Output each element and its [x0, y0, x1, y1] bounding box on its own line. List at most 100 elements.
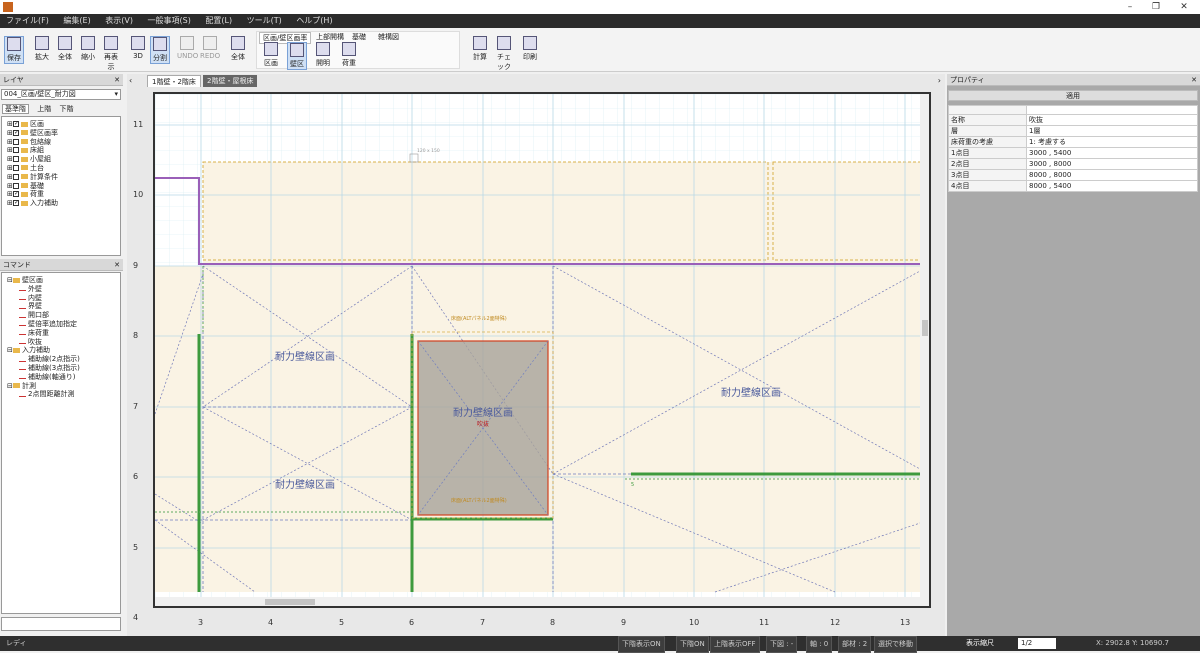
menu-help[interactable]: ヘルプ(H)	[290, 14, 338, 28]
view-3d-button[interactable]: 3D	[128, 36, 148, 64]
load-button[interactable]: 荷重	[339, 42, 359, 70]
apply-button[interactable]: 適用	[948, 90, 1198, 101]
property-value[interactable]: 3000 , 5400	[1026, 146, 1198, 159]
layer-dropdown[interactable]: 004_区画/壁区_耐力図 ▾	[1, 89, 121, 100]
command-item[interactable]: 床荷重	[7, 329, 120, 338]
drawing-canvas[interactable]: 耐力壁線区画 耐力壁線区画 耐力壁線区画 耐力壁線区画 吹抜 床面(ALTパネル…	[153, 92, 931, 608]
redo-button[interactable]: REDO	[200, 36, 220, 64]
property-value[interactable]: 1: 考慮する	[1026, 135, 1198, 148]
command-item[interactable]: 壁倍率追加指定	[7, 320, 120, 329]
layer-item[interactable]: ⊞ 小屋組	[7, 155, 120, 164]
layer-checkbox[interactable]	[13, 191, 19, 198]
print-button[interactable]: 印刷	[520, 36, 540, 64]
maximize-button[interactable]: ❐	[1146, 1, 1166, 13]
layer-checkbox[interactable]	[13, 129, 19, 136]
command-item[interactable]: 2点間距離計測	[7, 390, 120, 399]
property-row[interactable]: 3点目 8000 , 8000	[948, 168, 1198, 181]
status-lower-on[interactable]: 下階ON	[676, 636, 709, 653]
tab-lower-floor[interactable]: 下階	[59, 105, 73, 113]
property-row[interactable]: 名称 吹抜	[948, 113, 1198, 126]
close-icon[interactable]: ✕	[114, 74, 120, 86]
command-group[interactable]: ⊟ 入力補助	[7, 346, 120, 355]
calculate-button[interactable]: 計算	[470, 36, 490, 64]
section-button[interactable]: 区画	[261, 42, 281, 70]
layer-item[interactable]: ⊞ 計算条件	[7, 173, 120, 182]
group-tab-upper[interactable]: 上部開構	[313, 32, 347, 42]
status-lower-display[interactable]: 下階表示ON	[618, 636, 665, 653]
command-item[interactable]: 補助線(軸通り)	[7, 373, 120, 382]
menu-general[interactable]: 一般事項(S)	[142, 14, 197, 28]
vertical-scrollbar[interactable]	[920, 94, 929, 597]
layer-checkbox[interactable]	[13, 156, 19, 163]
group-tab-foundation[interactable]: 基礎	[349, 32, 369, 42]
command-item[interactable]: 外壁	[7, 285, 120, 294]
status-move[interactable]: 選択で移動	[874, 636, 917, 653]
tab-base-floor[interactable]: 基準階	[2, 104, 29, 114]
command-item[interactable]: 開口部	[7, 311, 120, 320]
command-input[interactable]	[1, 617, 121, 631]
command-item[interactable]: 界壁	[7, 302, 120, 311]
close-button[interactable]: ✕	[1174, 1, 1194, 13]
layer-item[interactable]: ⊞荷重	[7, 190, 120, 199]
layer-checkbox[interactable]	[13, 138, 19, 145]
chevron-left-icon[interactable]: ‹	[129, 76, 132, 85]
save-button[interactable]: 保存	[4, 36, 24, 64]
horizontal-scroll-thumb[interactable]	[265, 599, 315, 605]
layer-item[interactable]: ⊞ 基礎	[7, 182, 120, 191]
layer-checkbox[interactable]	[13, 121, 19, 127]
vertical-scroll-thumb[interactable]	[922, 320, 928, 336]
command-group[interactable]: ⊟ 壁区画	[7, 276, 120, 285]
layer-item[interactable]: ⊞ 床組	[7, 146, 120, 155]
layer-item[interactable]: ⊞ 包絡線	[7, 138, 120, 147]
split-view-button[interactable]: 分割	[150, 36, 170, 64]
status-upper-display[interactable]: 上階表示OFF	[710, 636, 760, 653]
layer-item[interactable]: ⊞壁区画率	[7, 129, 120, 138]
tab-upper-floor[interactable]: 上階	[37, 105, 51, 113]
group-tab-misc[interactable]: 雑構図	[375, 32, 402, 42]
status-axis[interactable]: 軸 : 0	[806, 636, 833, 653]
menu-file[interactable]: ファイル(F)	[0, 14, 55, 28]
status-underlay[interactable]: 下図 : -	[766, 636, 798, 653]
property-value[interactable]: 1層	[1026, 124, 1198, 137]
close-icon[interactable]: ✕	[1191, 74, 1197, 86]
menu-tools[interactable]: ツール(T)	[241, 14, 288, 28]
tab-floor-1[interactable]: 1階壁・2階床	[147, 75, 201, 87]
command-item[interactable]: 内壁	[7, 294, 120, 303]
check-button[interactable]: チェック	[494, 36, 514, 71]
layer-item[interactable]: ⊞区画	[7, 120, 120, 129]
undo-button[interactable]: UNDO	[177, 36, 198, 64]
close-icon[interactable]: ✕	[114, 259, 120, 271]
layer-checkbox[interactable]	[13, 182, 19, 189]
page-select[interactable]: 1/2	[1018, 638, 1056, 649]
zoom-in-button[interactable]: 拡大	[32, 36, 52, 64]
layer-checkbox[interactable]	[13, 147, 19, 154]
menu-layout[interactable]: 配置(L)	[199, 14, 238, 28]
property-value[interactable]: 8000 , 5400	[1026, 179, 1198, 192]
property-row[interactable]: 床荷重の考慮 1: 考慮する	[948, 135, 1198, 148]
property-row[interactable]: 2点目 3000 , 8000	[948, 157, 1198, 170]
opening-button[interactable]: 開明	[313, 42, 333, 70]
property-value[interactable]: 8000 , 8000	[1026, 168, 1198, 181]
overall-button[interactable]: 全体	[228, 36, 248, 64]
zoom-out-button[interactable]: 縮小	[78, 36, 98, 64]
minimize-button[interactable]: –	[1120, 1, 1140, 13]
layer-item[interactable]: ⊞入力補助	[7, 199, 120, 208]
menu-edit[interactable]: 編集(E)	[57, 14, 96, 28]
redraw-button[interactable]: 再表示	[101, 36, 121, 71]
property-value[interactable]: 3000 , 8000	[1026, 157, 1198, 170]
property-value[interactable]: 吹抜	[1026, 113, 1198, 126]
property-row[interactable]: 1点目 3000 , 5400	[948, 146, 1198, 159]
layer-checkbox[interactable]	[13, 173, 19, 180]
chevron-right-icon[interactable]: ›	[938, 76, 941, 85]
property-row[interactable]: 層 1層	[948, 124, 1198, 137]
property-row[interactable]: 4点目 8000 , 5400	[948, 179, 1198, 192]
wall-section-button[interactable]: 壁区	[287, 42, 307, 70]
status-member[interactable]: 部材 : 2	[838, 636, 872, 653]
tab-floor-2[interactable]: 2階壁・屋根床	[203, 75, 258, 87]
menu-view[interactable]: 表示(V)	[99, 14, 139, 28]
layer-checkbox[interactable]	[13, 200, 19, 207]
layer-checkbox[interactable]	[13, 164, 19, 171]
layer-item[interactable]: ⊞ 土台	[7, 164, 120, 173]
command-item[interactable]: 補助線(3点指示)	[7, 364, 120, 373]
command-item[interactable]: 補助線(2点指示)	[7, 355, 120, 364]
